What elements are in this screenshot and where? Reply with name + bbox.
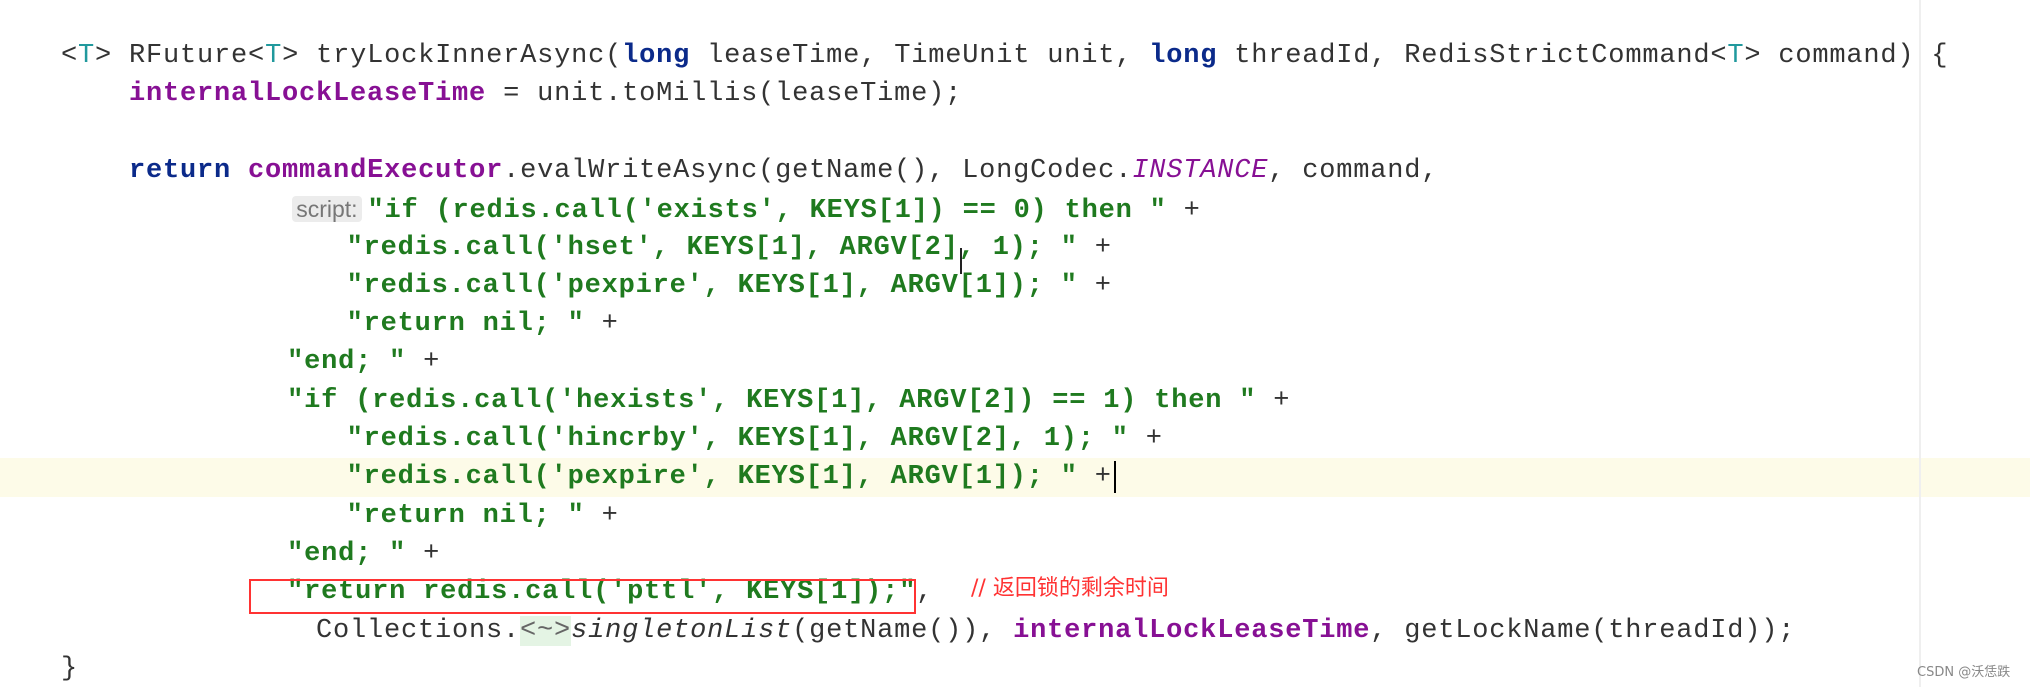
code-token-tparam: T [78, 41, 96, 71]
code-token-tparam: T [1727, 41, 1745, 71]
code-token-kw: long [1149, 41, 1218, 71]
code-line[interactable]: "redis.call('hincrby', KEYS[1], ARGV[2],… [347, 420, 1163, 458]
code-token-plain: = unit.toMillis(leaseTime); [486, 79, 963, 110]
code-token-str: "if (redis.call('hexists', KEYS[1], ARGV… [287, 385, 1257, 416]
code-token-plain: + [1077, 462, 1112, 493]
code-token-plain: > command) { [1744, 41, 1949, 71]
right-margin-guide [1919, 0, 1921, 687]
code-token-str: "return nil; " [346, 309, 585, 340]
code-token-plain: < [61, 41, 79, 71]
code-token-plain: + [406, 347, 441, 378]
parameter-hint: script: [292, 196, 362, 223]
code-token-plain: + [1077, 232, 1112, 263]
code-token-plain: , command, [1268, 155, 1439, 186]
code-token-str: "redis.call('pexpire', KEYS[1], ARGV[1])… [346, 270, 1078, 301]
code-token-str: "return nil; " [346, 500, 585, 531]
code-token-fold: <~> [520, 615, 572, 646]
code-token-plain: , getLockName(threadId)); [1370, 615, 1796, 646]
code-line[interactable]: Collections.<~>singletonList(getName()),… [316, 612, 1795, 650]
code-line[interactable]: script: "if (redis.call('exists', KEYS[1]… [292, 190, 1200, 228]
code-token-plain: , [916, 577, 934, 608]
watermark: CSDN @沃恁跌 [1917, 665, 2011, 680]
code-token-field: internalLockLeaseTime [1013, 615, 1371, 646]
code-line[interactable]: "end; " + [287, 343, 440, 381]
code-token-kw: return [129, 155, 232, 186]
code-token-tparam: T [265, 41, 283, 71]
code-token-str: "redis.call('pexpire', KEYS[1], ARGV[1])… [346, 462, 1078, 493]
code-editor[interactable]: <T> RFuture<T> tryLockInnerAsync(long le… [0, 0, 2030, 687]
code-token-plain: + [1166, 196, 1201, 227]
annotation-comment: // 返回锁的剩余时间 [971, 576, 1169, 601]
code-token-str: "if (redis.call('exists', KEYS[1]) == 0)… [367, 196, 1167, 227]
code-line[interactable]: <T> RFuture<T> tryLockInnerAsync(long le… [61, 37, 1948, 75]
code-token-plain: .evalWriteAsync(getName(), LongCodec. [503, 155, 1133, 186]
code-token-plain: threadId, RedisStrictCommand< [1217, 41, 1728, 71]
text-caret [1114, 461, 1116, 494]
code-token-plain: Collections. [316, 615, 521, 646]
code-line[interactable]: internalLockLeaseTime = unit.toMillis(le… [129, 75, 962, 113]
code-token-plain: } [61, 653, 79, 684]
code-token-static: INSTANCE [1132, 155, 1269, 186]
code-line[interactable]: "redis.call('hset', KEYS[1], ARGV[2], 1)… [347, 229, 1112, 267]
code-token-plain: + [1128, 424, 1163, 454]
code-line[interactable]: "return nil; " + [347, 497, 619, 535]
mouse-ibeam-cursor-icon [959, 248, 962, 274]
code-token-plain: + [1077, 270, 1112, 301]
code-token-str: "end; " [287, 538, 407, 569]
code-token-italic: singletonList [571, 615, 793, 646]
code-token-kw: long [622, 41, 691, 71]
code-line[interactable]: "return nil; " + [347, 305, 619, 343]
code-line[interactable]: return commandExecutor.evalWriteAsync(ge… [129, 152, 1438, 190]
code-token-field: internalLockLeaseTime [129, 79, 487, 110]
code-token-plain: + [584, 500, 619, 531]
code-token-str: "end; " [287, 347, 407, 378]
code-token-plain: > RFuture< [95, 41, 266, 71]
code-token-str: "redis.call('hset', KEYS[1], ARGV[2], 1)… [346, 232, 1078, 263]
code-token-plain: + [406, 538, 441, 569]
code-line[interactable]: } [61, 650, 78, 688]
code-token-plain: + [1256, 385, 1291, 416]
code-token-field: commandExecutor [248, 155, 504, 186]
code-token-plain: + [584, 309, 619, 340]
code-line[interactable]: "if (redis.call('hexists', KEYS[1], ARGV… [287, 382, 1290, 420]
highlight-box [249, 579, 916, 614]
code-token-plain: (getName()), [792, 615, 1014, 646]
code-token-str: "redis.call('hincrby', KEYS[1], ARGV[2],… [346, 424, 1129, 454]
code-line[interactable]: "redis.call('pexpire', KEYS[1], ARGV[1])… [347, 267, 1112, 305]
code-line[interactable]: "redis.call('pexpire', KEYS[1], ARGV[1])… [347, 458, 1112, 496]
code-line[interactable]: "end; " + [287, 535, 440, 573]
code-token-plain: leaseTime, TimeUnit unit, [690, 41, 1150, 71]
code-token-plain: > tryLockInnerAsync( [282, 41, 623, 71]
